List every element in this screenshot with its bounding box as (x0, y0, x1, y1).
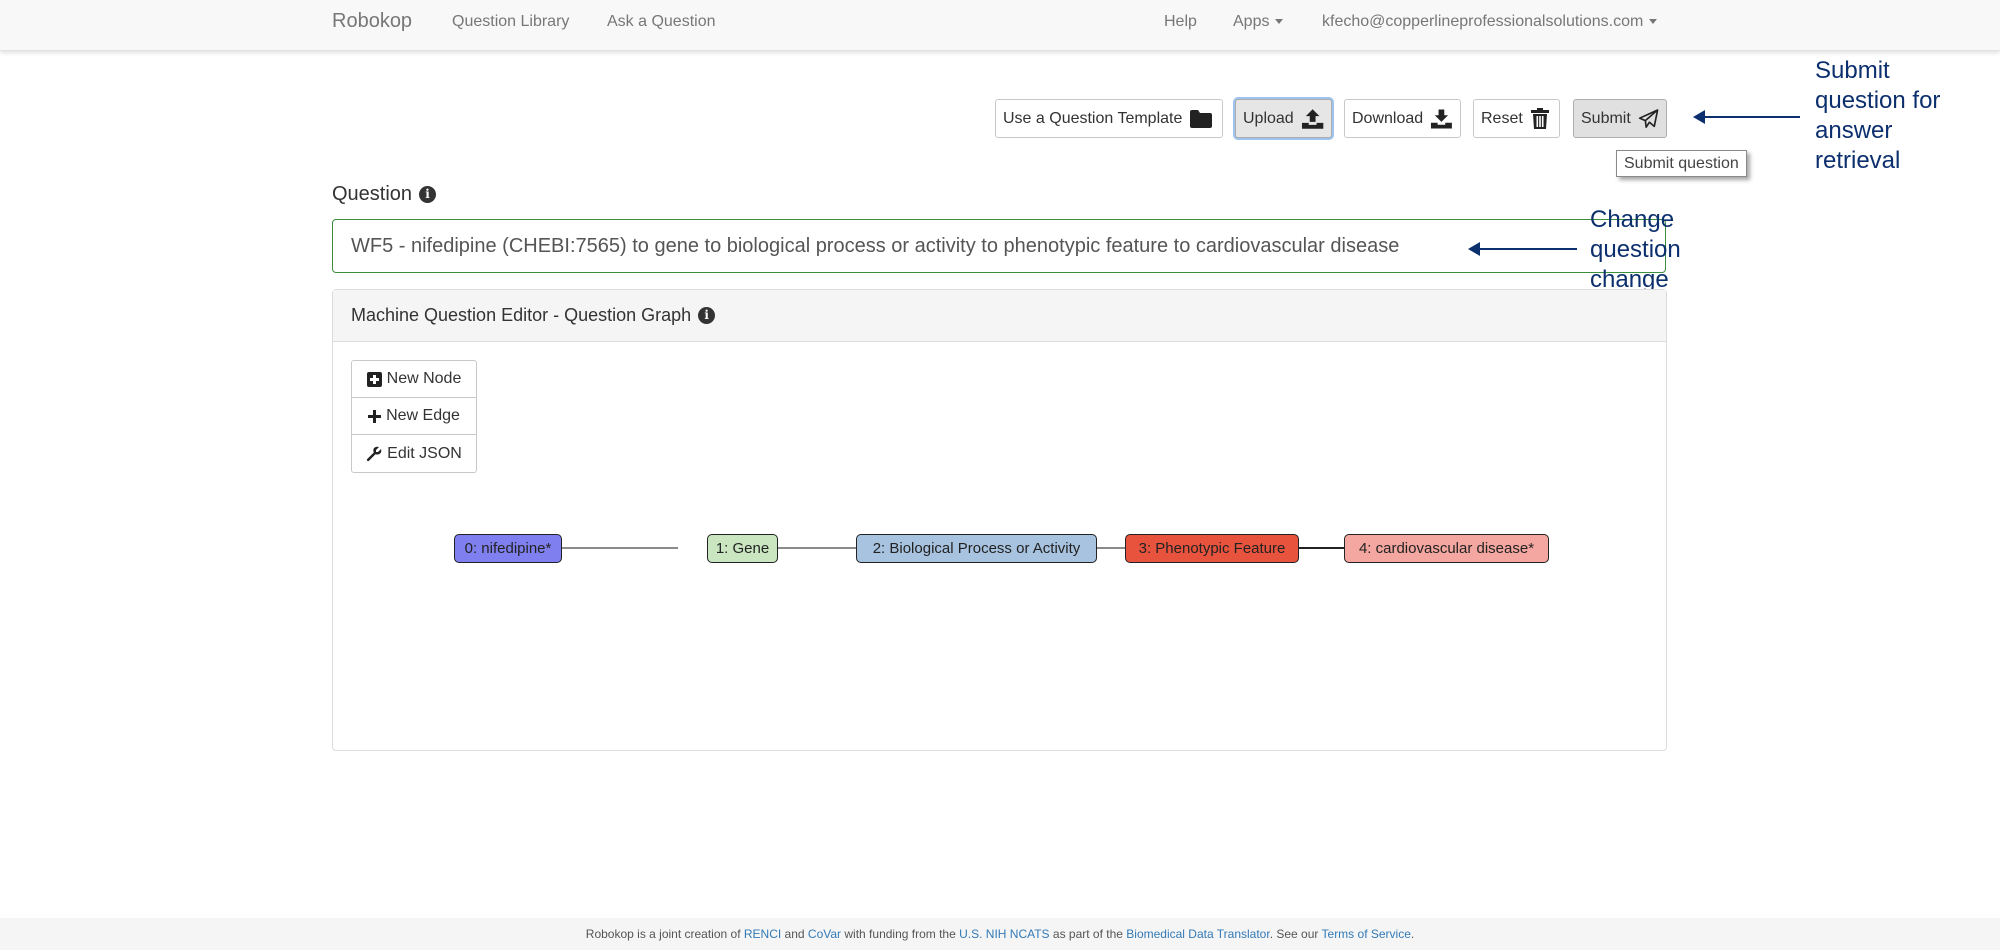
translator-link[interactable]: Biomedical Data Translator (1126, 927, 1269, 941)
new-node-button[interactable]: New Node (352, 361, 476, 398)
upload-button-label: Upload (1243, 109, 1294, 127)
graph-node-cardiovascular-disease[interactable]: 4: cardiovascular disease* (1344, 534, 1549, 563)
nav-user-email: kfecho@copperlineprofessionalsolutions.c… (1322, 13, 1644, 30)
change-annotation: Change question change (1590, 205, 1681, 295)
brand-link[interactable]: Robokop (332, 0, 412, 43)
download-button[interactable]: Download (1344, 99, 1461, 138)
nav-ask-question[interactable]: Ask a Question (607, 0, 716, 43)
nav-help[interactable]: Help (1164, 0, 1197, 43)
submit-annotation-line: Submit (1815, 57, 1890, 84)
folder-icon (1190, 109, 1213, 128)
terms-link[interactable]: Terms of Service (1322, 927, 1411, 941)
caret-down-icon (1275, 19, 1284, 25)
reset-button[interactable]: Reset (1473, 99, 1560, 138)
download-button-label: Download (1352, 109, 1424, 127)
plus-square-icon (366, 371, 382, 387)
covar-link[interactable]: CoVar (808, 927, 841, 941)
footer: Robokop is a joint creation of RENCI and… (0, 918, 2000, 950)
paper-plane-icon (1638, 108, 1659, 128)
submit-button[interactable]: Submit (1573, 99, 1667, 138)
submit-annotation-line: answer (1815, 117, 1893, 144)
question-label-row: Question i (332, 183, 437, 206)
upload-icon (1301, 108, 1324, 129)
edit-json-label: Edit JSON (387, 444, 462, 462)
info-icon[interactable]: i (698, 307, 716, 324)
submit-annotation-line: question for (1815, 87, 1941, 114)
plus-icon (368, 409, 382, 423)
new-edge-button[interactable]: New Edge (352, 398, 476, 435)
panel-title: Machine Question Editor - Question Graph (351, 305, 692, 325)
question-label: Question (332, 183, 413, 205)
footer-text: Robokop is a joint creation of (585, 927, 744, 941)
question-name-input[interactable]: WF5 - nifedipine (CHEBI:7565) to gene to… (332, 219, 1666, 273)
ncats-link[interactable]: U.S. NIH NCATS (959, 927, 1049, 941)
footer-text: with funding from the (841, 927, 960, 941)
submit-tooltip: Submit question (1616, 150, 1747, 177)
graph-edge[interactable] (1298, 547, 1347, 549)
trash-icon (1530, 107, 1549, 129)
renci-link[interactable]: RENCI (744, 927, 781, 941)
upload-button[interactable]: Upload (1235, 99, 1332, 138)
reset-button-label: Reset (1481, 109, 1523, 127)
navbar: Robokop Question Library Ask a Question … (0, 0, 2000, 51)
wrench-icon (366, 446, 382, 461)
graph-node-biological-process[interactable]: 2: Biological Process or Activity (856, 534, 1097, 563)
graph-node-gene[interactable]: 1: Gene (707, 534, 778, 563)
change-annotation-line: question (1590, 236, 1681, 263)
new-node-label: New Node (386, 370, 462, 387)
submit-annotation-arrow (1693, 110, 1800, 124)
nav-apps-dropdown[interactable]: Apps (1233, 0, 1284, 43)
panel-header: Machine Question Editor - Question Graph… (333, 290, 1666, 342)
change-annotation-line: Change (1590, 206, 1675, 233)
nav-user-dropdown[interactable]: kfecho@copperlineprofessionalsolutions.c… (1322, 0, 1658, 43)
nav-apps-label: Apps (1233, 13, 1270, 30)
graph-node-phenotypic-feature[interactable]: 3: Phenotypic Feature (1125, 534, 1299, 563)
info-icon[interactable]: i (419, 186, 437, 203)
use-question-template-button[interactable]: Use a Question Template (995, 99, 1223, 138)
new-edge-label: New Edge (386, 407, 460, 424)
graph-edge[interactable] (562, 547, 678, 549)
question-graph-panel: Machine Question Editor - Question Graph… (332, 289, 1667, 751)
footer-text: and (781, 927, 808, 941)
graph-node-nifedipine[interactable]: 0: nifedipine* (454, 534, 562, 563)
nav-question-library[interactable]: Question Library (452, 0, 569, 43)
submit-button-label: Submit (1581, 109, 1631, 127)
footer-text: as part of the (1049, 927, 1127, 941)
footer-text: . (1410, 927, 1415, 941)
submit-annotation: Submit question for answer retrieval (1815, 56, 1940, 176)
graph-edge[interactable] (1096, 547, 1125, 549)
template-button-label: Use a Question Template (1003, 109, 1183, 127)
edit-json-button[interactable]: Edit JSON (352, 435, 476, 472)
download-icon (1431, 108, 1453, 129)
footer-text: . See our (1269, 927, 1322, 941)
caret-down-icon (1649, 19, 1658, 25)
submit-annotation-line: retrieval (1815, 147, 1901, 174)
graph-edit-button-group: New Node New Edge Edit JSON (351, 360, 477, 473)
change-annotation-arrow (1468, 242, 1577, 256)
